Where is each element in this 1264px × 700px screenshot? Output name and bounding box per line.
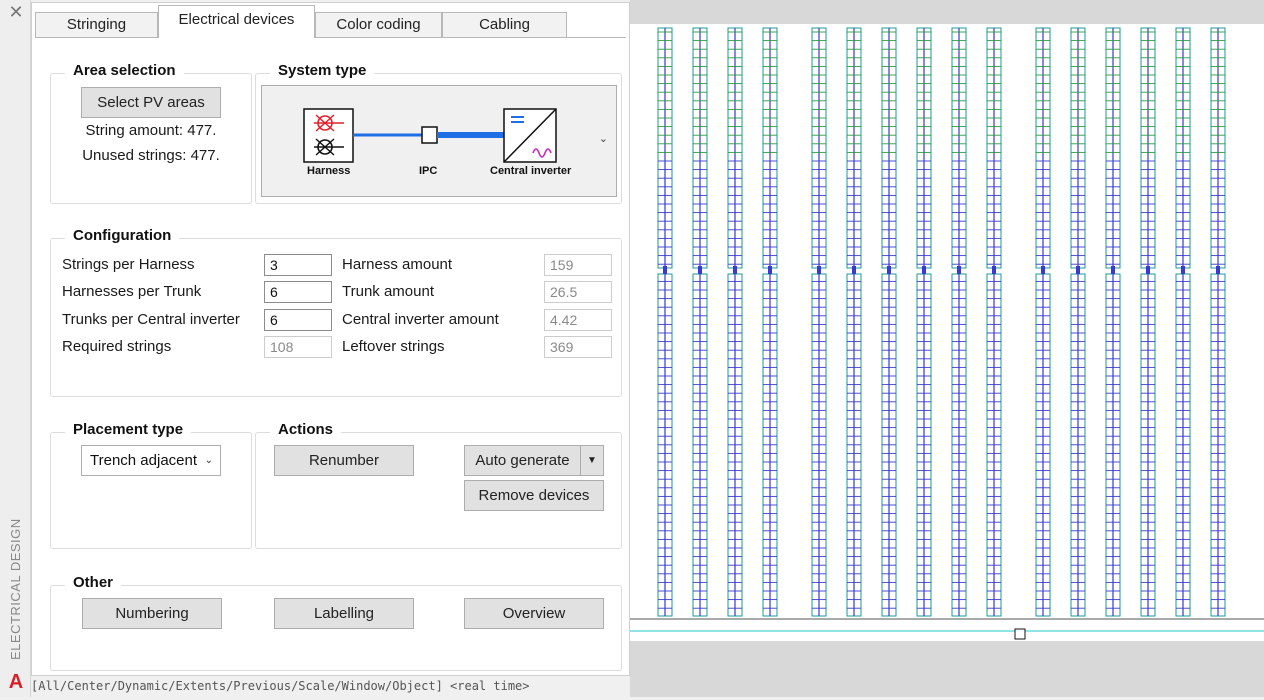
actions-group: Actions Renumber Auto generate ▼ Remove … — [255, 421, 622, 549]
tab-color-coding[interactable]: Color coding — [315, 12, 442, 37]
pv-table-column — [1210, 27, 1226, 617]
leftover-strings-field: 369 — [544, 336, 612, 358]
pv-table-column — [1175, 27, 1191, 617]
ipc-label: IPC — [419, 165, 438, 177]
trunks-per-inverter-label: Trunks per Central inverter — [62, 311, 240, 328]
grip-square — [1014, 628, 1026, 640]
remove-devices-button[interactable]: Remove devices — [464, 480, 604, 511]
pv-table-column — [692, 27, 708, 617]
pv-table-column — [1035, 27, 1051, 617]
harnesses-per-trunk-label: Harnesses per Trunk — [62, 283, 202, 300]
required-strings-field: 108 — [264, 336, 332, 358]
pv-table-column — [727, 27, 743, 617]
palette-side-strip: ✕ ELECTRICAL DESIGN A — [0, 0, 31, 697]
area-selection-group: Area selection Select PV areas String am… — [50, 62, 252, 204]
tab-stringing[interactable]: Stringing — [35, 12, 158, 37]
actions-title: Actions — [270, 421, 342, 438]
drawing-canvas[interactable] — [630, 0, 1264, 697]
pv-table-column — [916, 27, 932, 617]
pv-table-column — [986, 27, 1002, 617]
renumber-button[interactable]: Renumber — [274, 445, 414, 476]
pv-table-column — [846, 27, 862, 617]
close-icon[interactable]: ✕ — [7, 3, 25, 21]
required-strings-label: Required strings — [62, 338, 172, 355]
string-amount-text: String amount: 477. — [85, 122, 217, 139]
placement-type-value: Trench adjacent — [90, 452, 198, 469]
tab-cabling[interactable]: Cabling — [442, 12, 567, 37]
central-inverter-label: Central inverter — [490, 165, 572, 177]
ipc-box — [421, 126, 438, 144]
configuration-title: Configuration — [65, 227, 180, 244]
harness-amount-label: Harness amount — [342, 256, 453, 273]
numbering-button[interactable]: Numbering — [82, 598, 222, 629]
palette-title: ELECTRICAL DESIGN — [8, 518, 23, 660]
drawing-top-band — [630, 0, 1264, 24]
trunk-amount-field: 26.5 — [544, 281, 612, 303]
other-group: Other Numbering Labelling Overview — [50, 574, 622, 671]
chevron-down-icon[interactable]: ⌄ — [599, 132, 608, 145]
configuration-group: Configuration Strings per Harness 3 Harn… — [50, 227, 622, 397]
system-type-selector[interactable]: Harness IPC Central inverter ⌄ — [261, 85, 617, 197]
select-pv-areas-button[interactable]: Select PV areas — [81, 87, 221, 118]
pv-table-column — [1140, 27, 1156, 617]
autocad-logo-icon: A — [8, 671, 24, 693]
pv-table-column — [657, 27, 673, 617]
system-type-diagram — [303, 108, 557, 163]
pv-layout-drawing — [630, 0, 1264, 697]
system-type-title: System type — [270, 62, 375, 79]
pv-table-column — [881, 27, 897, 617]
area-selection-title: Area selection — [65, 62, 184, 79]
strings-per-harness-label: Strings per Harness — [62, 256, 195, 273]
strings-per-harness-input[interactable]: 3 — [264, 254, 332, 276]
auto-generate-button[interactable]: Auto generate — [464, 445, 581, 476]
system-type-group: System type Harness IPC Central inverter… — [255, 62, 622, 204]
overview-button[interactable]: Overview — [464, 598, 604, 629]
pv-table-column — [951, 27, 967, 617]
placement-type-select[interactable]: Trench adjacent ⌄ — [81, 445, 221, 476]
central-inverter-amount-field: 4.42 — [544, 309, 612, 331]
pv-table-column — [1070, 27, 1086, 617]
drawing-bottom-band — [630, 641, 1264, 697]
unused-strings-text: Unused strings: 477. — [82, 147, 220, 164]
tab-strip-line — [35, 37, 626, 38]
command-line[interactable]: [All/Center/Dynamic/Extents/Previous/Sca… — [31, 679, 630, 697]
trunks-per-inverter-input[interactable]: 6 — [264, 309, 332, 331]
auto-generate-dropdown-icon[interactable]: ▼ — [580, 445, 604, 476]
placement-type-title: Placement type — [65, 421, 192, 438]
electrical-design-palette: Stringing Electrical devices Color codin… — [31, 2, 630, 676]
pv-table-column — [811, 27, 827, 617]
tab-electrical-devices[interactable]: Electrical devices — [158, 5, 315, 38]
harness-amount-field: 159 — [544, 254, 612, 276]
trunk-amount-label: Trunk amount — [342, 283, 434, 300]
central-inverter-amount-label: Central inverter amount — [342, 311, 499, 328]
placement-type-group: Placement type Trench adjacent ⌄ — [50, 421, 252, 549]
chevron-down-icon: ⌄ — [204, 455, 213, 466]
harness-label: Harness — [307, 165, 351, 177]
leftover-strings-label: Leftover strings — [342, 338, 445, 355]
pv-table-column — [762, 27, 778, 617]
pv-table-column — [1105, 27, 1121, 617]
harnesses-per-trunk-input[interactable]: 6 — [264, 281, 332, 303]
labelling-button[interactable]: Labelling — [274, 598, 414, 629]
other-title: Other — [65, 574, 122, 591]
